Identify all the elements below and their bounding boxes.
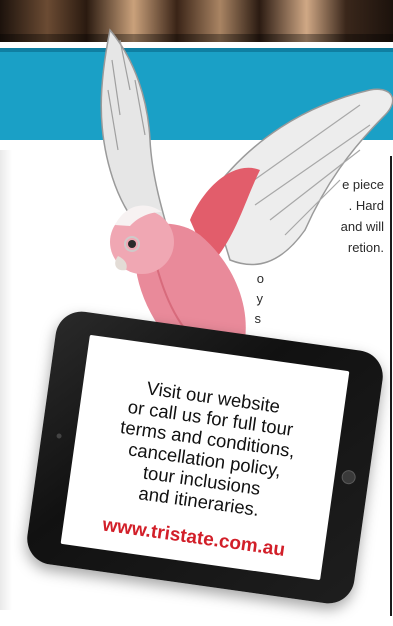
- tablet-frame: Visit our website or call us for full to…: [23, 308, 387, 607]
- tablet-graphic: Visit our website or call us for full to…: [23, 308, 387, 607]
- left-margin-shade: [0, 150, 12, 610]
- camera-icon: [56, 433, 62, 439]
- tablet-message: Visit our website or call us for full to…: [68, 368, 345, 529]
- home-button-icon: [340, 469, 357, 486]
- tablet-screen: Visit our website or call us for full to…: [60, 334, 350, 581]
